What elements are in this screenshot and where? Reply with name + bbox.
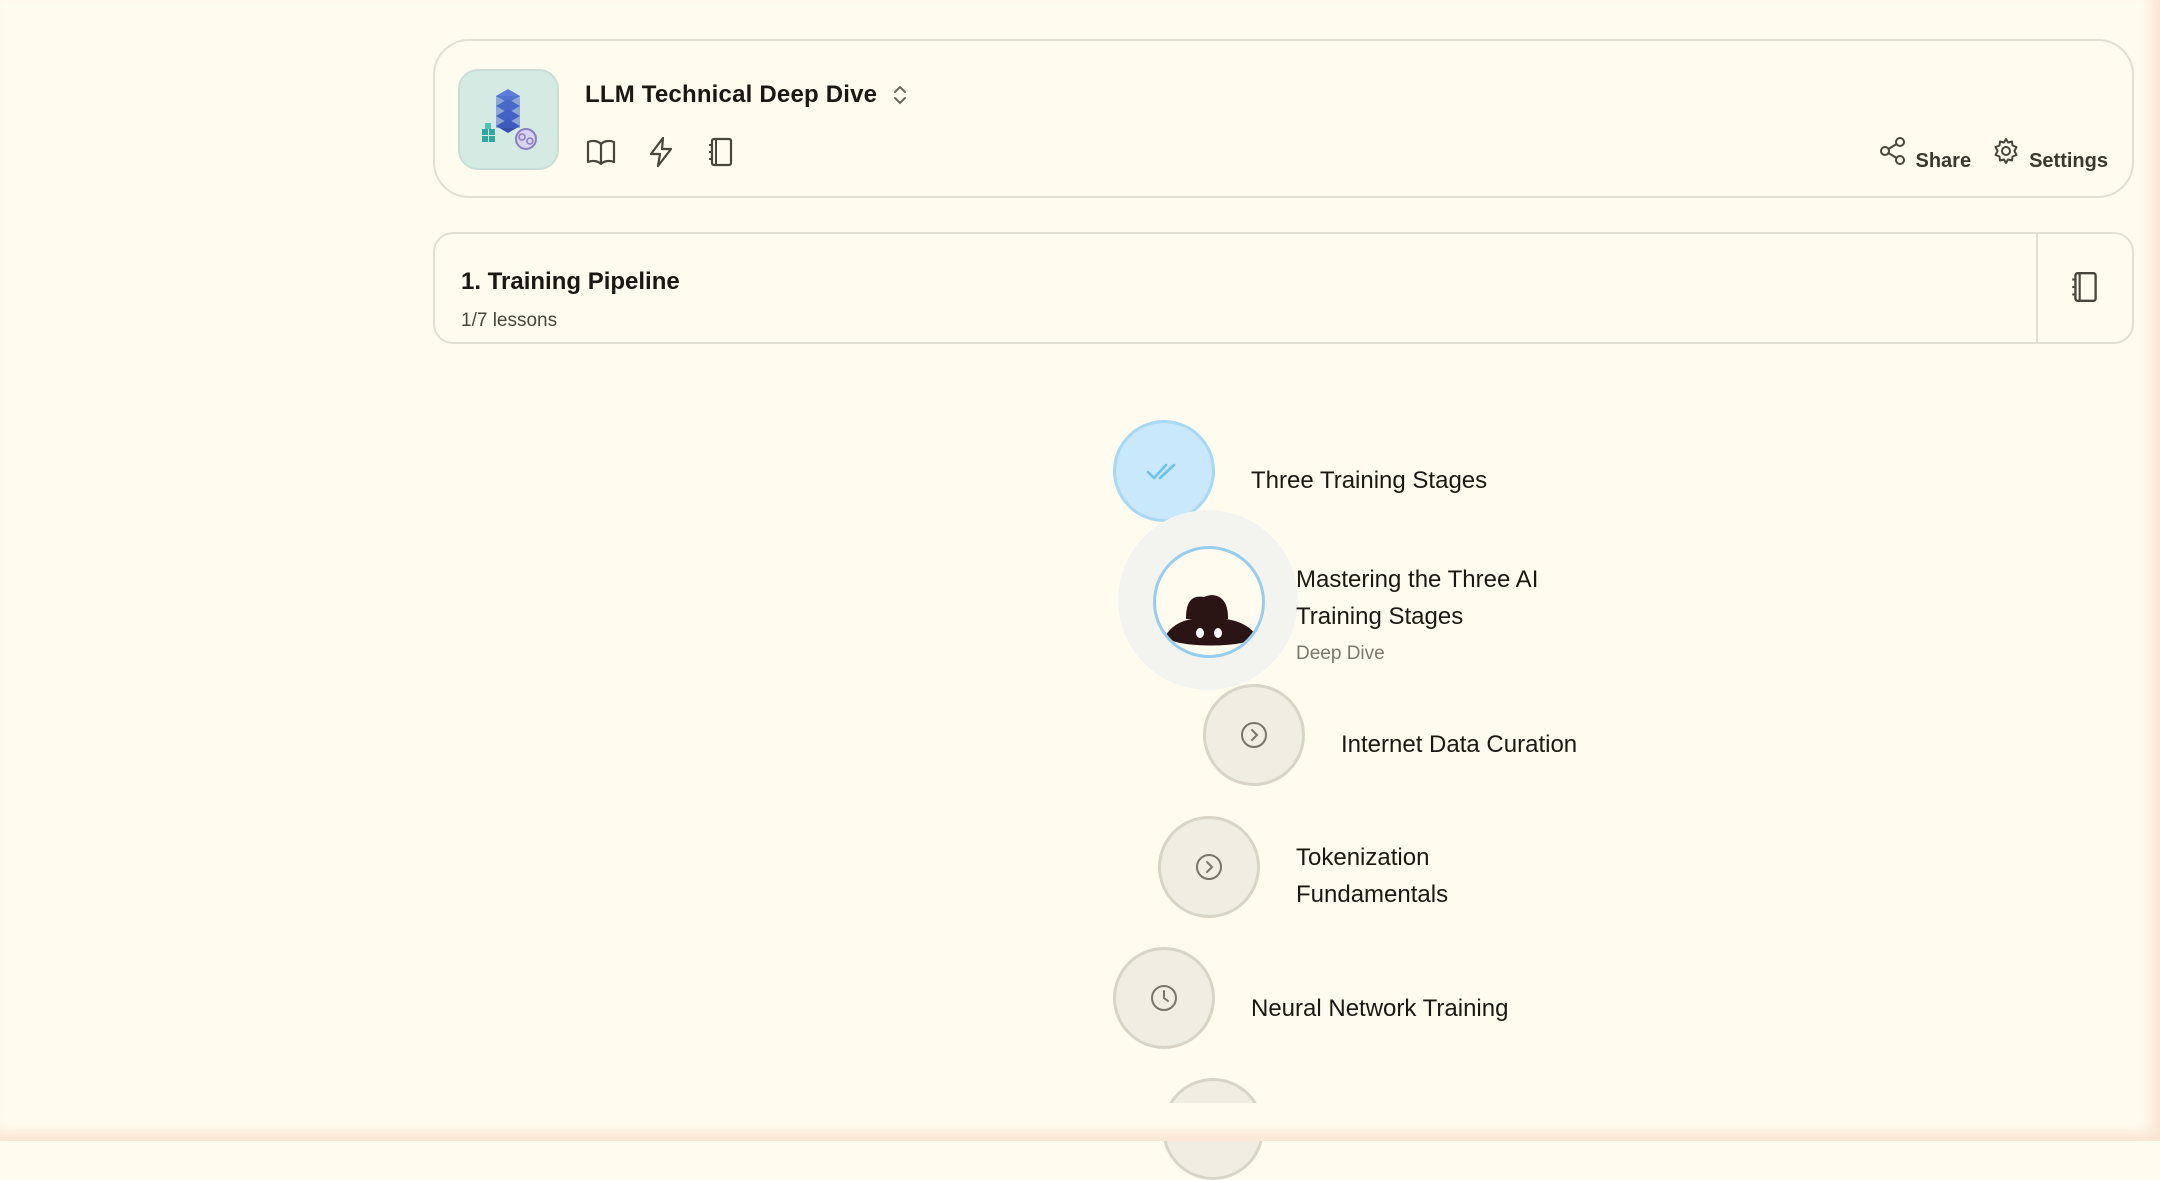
double-check-icon <box>1146 463 1176 480</box>
course-thumbnail[interactable] <box>458 69 559 170</box>
chevron-circle-icon <box>1196 854 1222 880</box>
lesson-label[interactable]: Internet Data Curation <box>1341 726 1577 764</box>
divider <box>2036 234 2038 342</box>
lesson-label-line1[interactable]: Tokenization <box>1296 839 1429 877</box>
notebook-icon[interactable] <box>2068 270 2102 304</box>
lesson-subtitle: Deep Dive <box>1296 643 1385 664</box>
lesson-label[interactable]: Neural Network Training <box>1251 990 1508 1028</box>
layers-stack-icon <box>482 89 537 150</box>
unit-card[interactable]: 1. Training Pipeline 1/7 lessons <box>433 232 2134 344</box>
unit-progress: 1/7 lessons <box>461 310 558 331</box>
gear-icon <box>1994 138 2018 164</box>
lesson-node-available[interactable] <box>1203 684 1305 786</box>
lightning-icon[interactable] <box>645 136 677 168</box>
course-header: LLM Technical Deep Dive Share Settings <box>433 39 2134 198</box>
settings-label: Settings <box>2029 150 2108 172</box>
share-icon <box>1879 137 1905 165</box>
lesson-label-line2[interactable]: Training Stages <box>1296 598 1463 636</box>
book-icon[interactable] <box>585 136 617 168</box>
lesson-label-line1[interactable]: Mastering the Three AI <box>1296 561 1538 599</box>
share-button[interactable]: Share <box>1878 136 1971 172</box>
unit-title: 1. Training Pipeline <box>461 268 680 295</box>
lesson-node-completed[interactable] <box>1113 420 1215 522</box>
lesson-label[interactable]: Three Training Stages <box>1251 462 1487 500</box>
chevron-circle-icon <box>1241 722 1267 748</box>
clock-icon <box>1151 985 1177 1011</box>
settings-button[interactable]: Settings <box>1991 136 2108 172</box>
share-label: Share <box>1915 150 1972 172</box>
lesson-label-line2[interactable]: Fundamentals <box>1296 876 1448 914</box>
viewport-bottom <box>0 1103 2160 1141</box>
lesson-node-locked[interactable] <box>1113 947 1215 1049</box>
hat-avatar-icon <box>1166 595 1256 646</box>
course-title[interactable]: LLM Technical Deep Dive <box>585 81 877 109</box>
current-lesson-avatar[interactable] <box>1153 546 1265 658</box>
chevron-up-down-icon[interactable] <box>891 83 909 107</box>
notebook-icon[interactable] <box>705 136 737 168</box>
lesson-node-available[interactable] <box>1158 816 1260 918</box>
